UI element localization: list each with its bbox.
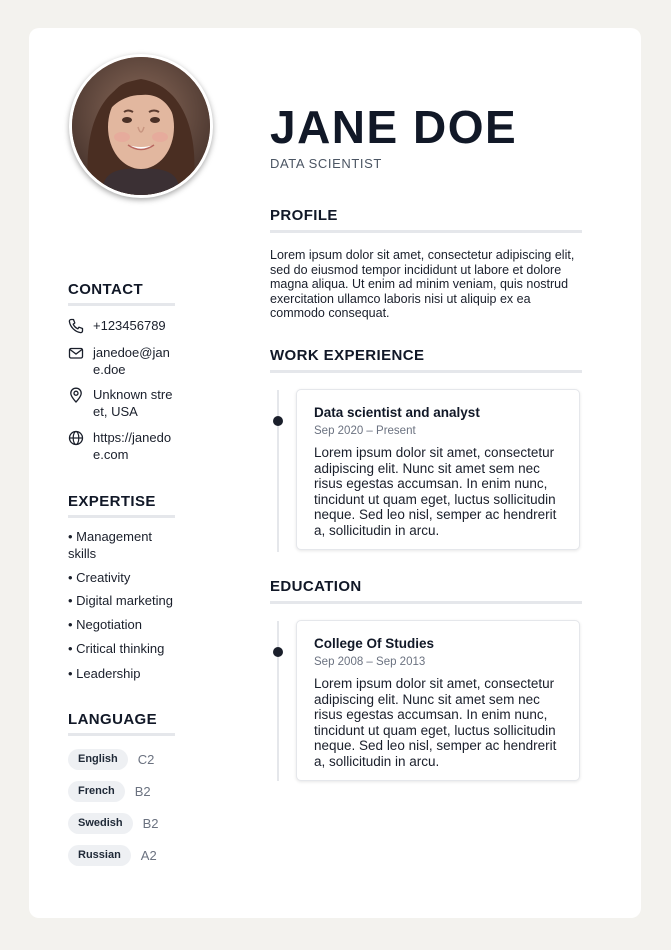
- mail-icon: [68, 347, 84, 359]
- language-pill: French: [68, 781, 125, 802]
- skill-item: • Critical thinking: [68, 641, 165, 656]
- work-experience-heading: WORK EXPERIENCE: [270, 347, 582, 373]
- education-heading: EDUCATION: [270, 578, 582, 604]
- skill-item: • Leadership: [68, 666, 141, 681]
- resume-card: CONTACT +123456789 janedoe@jane.doe Unkn…: [29, 28, 641, 918]
- language-level: A2: [140, 848, 157, 863]
- education-timeline-dot: [273, 647, 283, 657]
- language-pill: English: [68, 749, 128, 770]
- language-row: Russian A2: [68, 845, 157, 866]
- education-entry-date: Sep 2008 – Sep 2013: [314, 656, 426, 668]
- education-entry-title: College Of Studies: [314, 636, 435, 651]
- skill-item: • Negotiation: [68, 617, 142, 632]
- language-row: French B2: [68, 781, 151, 802]
- contact-email: janedoe@jane.doe: [68, 344, 175, 378]
- contact-heading: CONTACT: [68, 281, 175, 306]
- profile-heading: PROFILE: [270, 207, 582, 233]
- phone-icon: [68, 318, 84, 334]
- contact-address-text: Unknown street, USA: [93, 387, 173, 419]
- profile-text: Lorem ipsum dolor sit amet, consectetur …: [270, 248, 575, 320]
- work-entry-card: Data scientist and analyst Sep 2020 – Pr…: [296, 389, 580, 550]
- skill-item: • Management skills: [68, 529, 153, 561]
- language-level: C2: [137, 752, 155, 767]
- work-entry-date: Sep 2020 – Present: [314, 425, 416, 437]
- language-level: B2: [134, 784, 151, 799]
- education-timeline-line: [277, 621, 279, 781]
- language-row: English C2: [68, 749, 154, 770]
- language-pill: Swedish: [68, 813, 133, 834]
- job-title: DATA SCIENTIST: [270, 156, 382, 171]
- contact-address: Unknown street, USA: [68, 386, 175, 420]
- contact-email-text: janedoe@jane.doe: [93, 345, 170, 377]
- contact-phone: +123456789: [68, 317, 175, 334]
- globe-icon: [68, 430, 84, 446]
- education-entry-description: Lorem ipsum dolor sit amet, consectetur …: [314, 676, 557, 769]
- language-heading: LANGUAGE: [68, 711, 175, 736]
- contact-website-link[interactable]: https://janedoe.com: [93, 429, 173, 463]
- language-row: Swedish B2: [68, 813, 159, 834]
- language-pill: Russian: [68, 845, 131, 866]
- contact-phone-text: +123456789: [93, 318, 166, 333]
- work-timeline-dot: [273, 416, 283, 426]
- contact-website[interactable]: https://janedoe.com: [68, 429, 175, 463]
- profile-photo: [69, 54, 213, 198]
- location-pin-icon: [70, 387, 82, 403]
- work-entry-description: Lorem ipsum dolor sit amet, consectetur …: [314, 445, 557, 538]
- education-entry-card: College Of Studies Sep 2008 – Sep 2013 L…: [296, 620, 580, 781]
- person-name: JANE DOE: [270, 101, 518, 153]
- expertise-heading: EXPERTISE: [68, 493, 175, 518]
- language-level: B2: [142, 816, 159, 831]
- skill-item: • Creativity: [68, 570, 131, 585]
- work-entry-title: Data scientist and analyst: [314, 405, 480, 420]
- work-timeline-line: [277, 390, 279, 552]
- skill-item: • Digital marketing: [68, 593, 173, 608]
